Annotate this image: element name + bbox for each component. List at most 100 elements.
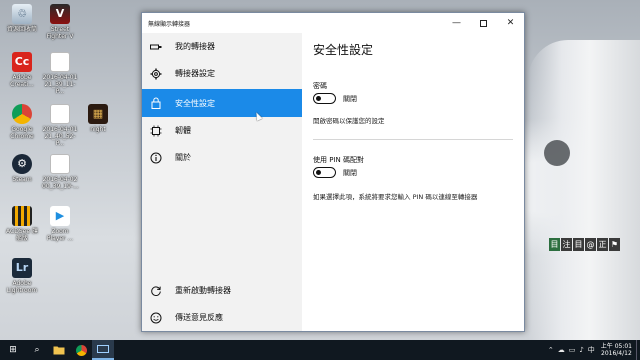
desktop-icon-label: ACDSee 旗艦版 bbox=[6, 228, 38, 242]
feedback-icon bbox=[150, 312, 162, 324]
pin-pairing-toggle-state: 關閉 bbox=[343, 169, 357, 177]
ime-mode-button[interactable]: 目 bbox=[549, 238, 560, 251]
sidebar-item-firmware[interactable]: 韌體 bbox=[142, 117, 302, 144]
toggle-knob bbox=[316, 95, 321, 101]
desktop-icon-recycle-bin[interactable]: ♲ 資源回收筒 bbox=[4, 4, 40, 33]
desktop-icon-night[interactable]: ▦ night bbox=[80, 104, 116, 133]
desktop-icon-street-fighter[interactable]: V Street Fighter V bbox=[42, 4, 78, 40]
sidebar-item-adapter-settings[interactable]: 轉接器設定 bbox=[142, 60, 302, 87]
sidebar-item-label: 重新啟動轉接器 bbox=[175, 286, 231, 295]
desktop-icon-steam[interactable]: ⚙ Steam bbox=[4, 154, 40, 183]
desktop-icon-label: Adobe Creati... bbox=[10, 74, 34, 88]
network-icon[interactable]: ▭ bbox=[567, 346, 578, 354]
onedrive-icon[interactable]: ☁ bbox=[556, 346, 567, 354]
street-fighter-icon: V bbox=[50, 4, 70, 24]
show-desktop-button[interactable] bbox=[636, 340, 640, 360]
adapter-icon bbox=[150, 41, 162, 53]
lightroom-icon: Lr bbox=[12, 258, 32, 278]
ime-fullwidth-button[interactable]: 正 bbox=[597, 238, 608, 251]
sidebar-item-label: 關於 bbox=[175, 153, 191, 162]
ime-phonetic-button[interactable]: 注 bbox=[561, 238, 572, 251]
info-icon bbox=[150, 152, 162, 164]
desktop-icon-acdsee[interactable]: ACDSee 旗艦版 bbox=[4, 206, 40, 242]
clock-date: 2016/4/12 bbox=[601, 350, 632, 357]
desktop-icon-screenshot-1[interactable]: 2016-04-01 21_39_11-P... bbox=[42, 52, 78, 95]
screenshot-file-icon bbox=[50, 154, 70, 174]
wireless-display-button[interactable] bbox=[92, 340, 114, 360]
title-bar[interactable]: 無線顯示轉接器 — ✕ bbox=[142, 13, 524, 33]
ime-symbol-button[interactable]: @ bbox=[585, 238, 596, 251]
sidebar-item-security[interactable]: 安全性設定 bbox=[142, 89, 302, 117]
desktop-icon-label: Adobe Lightroom bbox=[6, 280, 38, 294]
sidebar-item-about[interactable]: 關於 bbox=[142, 144, 302, 171]
password-toggle[interactable] bbox=[313, 93, 336, 104]
ime-button[interactable]: 目 bbox=[573, 238, 584, 251]
sidebar-item-label: 韌體 bbox=[175, 126, 191, 135]
pin-pairing-toggle[interactable] bbox=[313, 167, 336, 178]
taskbar: ⊞ ⌕ ⌃ ☁ ▭ ♪ 中 上午 05:01 2016/4/12 bbox=[0, 340, 640, 360]
ime-settings-button[interactable]: ⚑ bbox=[609, 238, 620, 251]
sidebar-item-label: 安全性設定 bbox=[175, 98, 215, 108]
screenshot-file-icon bbox=[50, 104, 70, 124]
password-label: 密碼 bbox=[313, 82, 327, 90]
desktop-icon-chrome[interactable]: Google Chrome bbox=[4, 104, 40, 140]
clock[interactable]: 上午 05:01 2016/4/12 bbox=[597, 343, 636, 357]
desktop-icon-zoom-player[interactable]: ▶ Zoom Player ... bbox=[42, 206, 78, 242]
desktop-icon-screenshot-3[interactable]: 2016-04-02 00_39_19-... bbox=[42, 154, 79, 190]
gear-icon bbox=[150, 68, 162, 80]
search-button[interactable]: ⌕ bbox=[26, 340, 48, 360]
pin-pairing-label: 使用 PIN 碼配對 bbox=[313, 156, 364, 164]
toggle-knob bbox=[316, 169, 321, 175]
close-button[interactable]: ✕ bbox=[497, 13, 524, 33]
screenshot-file-icon bbox=[50, 52, 70, 72]
desktop-icon-label: Steam bbox=[12, 176, 32, 183]
file-explorer-button[interactable] bbox=[48, 340, 70, 360]
desktop-icon-label: Google Chrome bbox=[10, 126, 34, 140]
security-settings-panel: 安全性設定 密碼 關閉 開啟密碼以保護您的設定 使用 PIN 碼配對 關閉 如果… bbox=[302, 33, 524, 331]
sidebar-item-restart-adapter[interactable]: 重新啟動轉接器 bbox=[142, 277, 302, 304]
sidebar-item-label: 傳送意見反應 bbox=[175, 313, 223, 322]
start-button[interactable]: ⊞ bbox=[0, 340, 26, 360]
desktop-icon-adobe-cc[interactable]: Cc Adobe Creati... bbox=[4, 52, 40, 88]
chrome-icon bbox=[75, 344, 87, 356]
pin-pairing-description: 如果選擇此項，系統將要求您輸入 PIN 碼以連線至轉接器 bbox=[313, 193, 478, 201]
system-tray: ⌃ ☁ ▭ ♪ 中 上午 05:01 2016/4/12 bbox=[546, 340, 640, 360]
minimize-button[interactable]: — bbox=[443, 13, 470, 33]
page-title: 安全性設定 bbox=[313, 43, 374, 57]
night-file-icon: ▦ bbox=[88, 104, 108, 124]
desktop-icon-screenshot-2[interactable]: 2016-04-01 21_40_52-P... bbox=[42, 104, 78, 147]
lock-icon bbox=[150, 97, 162, 109]
adobe-creative-cloud-icon: Cc bbox=[12, 52, 32, 72]
wireless-display-adapter-window: 無線顯示轉接器 — ✕ 我的轉接器 轉接器設定 安全性設定 韌體 關於 重新啟動… bbox=[141, 12, 525, 332]
wallpaper-statue bbox=[528, 40, 640, 340]
folder-icon bbox=[53, 346, 65, 355]
sidebar: 我的轉接器 轉接器設定 安全性設定 韌體 關於 重新啟動轉接器 傳送意見反應 bbox=[142, 33, 302, 331]
clock-time: 上午 05:01 bbox=[600, 343, 632, 350]
zoom-player-icon: ▶ bbox=[50, 206, 70, 226]
chrome-button[interactable] bbox=[70, 340, 92, 360]
desktop-icon-lightroom[interactable]: Lr Adobe Lightroom bbox=[4, 258, 40, 294]
wallpaper-statue-head bbox=[544, 140, 570, 166]
section-divider bbox=[313, 139, 513, 140]
ime-toolbar: 目 注 目 @ 正 ⚑ bbox=[549, 238, 620, 251]
sidebar-item-label: 我的轉接器 bbox=[175, 42, 215, 51]
window-title: 無線顯示轉接器 bbox=[148, 20, 191, 28]
desktop-icon-label: 2016-04-01 21_39_11-P... bbox=[42, 74, 78, 95]
desktop-icon-label: Street Fighter V bbox=[46, 26, 74, 40]
chrome-icon bbox=[12, 104, 32, 124]
sidebar-item-label: 轉接器設定 bbox=[175, 69, 215, 78]
password-toggle-state: 關閉 bbox=[343, 95, 357, 103]
sidebar-item-send-feedback[interactable]: 傳送意見反應 bbox=[142, 304, 302, 331]
maximize-button[interactable] bbox=[470, 13, 497, 33]
volume-icon[interactable]: ♪ bbox=[577, 346, 585, 354]
acdsee-icon bbox=[12, 206, 32, 226]
display-adapter-icon bbox=[97, 344, 109, 353]
tray-overflow-icon[interactable]: ⌃ bbox=[546, 346, 556, 354]
desktop-icon-label: 資源回收筒 bbox=[6, 26, 37, 33]
sidebar-item-my-adapter[interactable]: 我的轉接器 bbox=[142, 33, 302, 60]
password-description: 開啟密碼以保護您的設定 bbox=[313, 117, 385, 125]
restart-icon bbox=[150, 285, 162, 297]
desktop-icon-label: 2016-04-02 00_39_19-... bbox=[42, 176, 79, 190]
desktop-icon-label: Zoom Player ... bbox=[46, 228, 74, 242]
input-language-icon[interactable]: 中 bbox=[586, 345, 597, 355]
